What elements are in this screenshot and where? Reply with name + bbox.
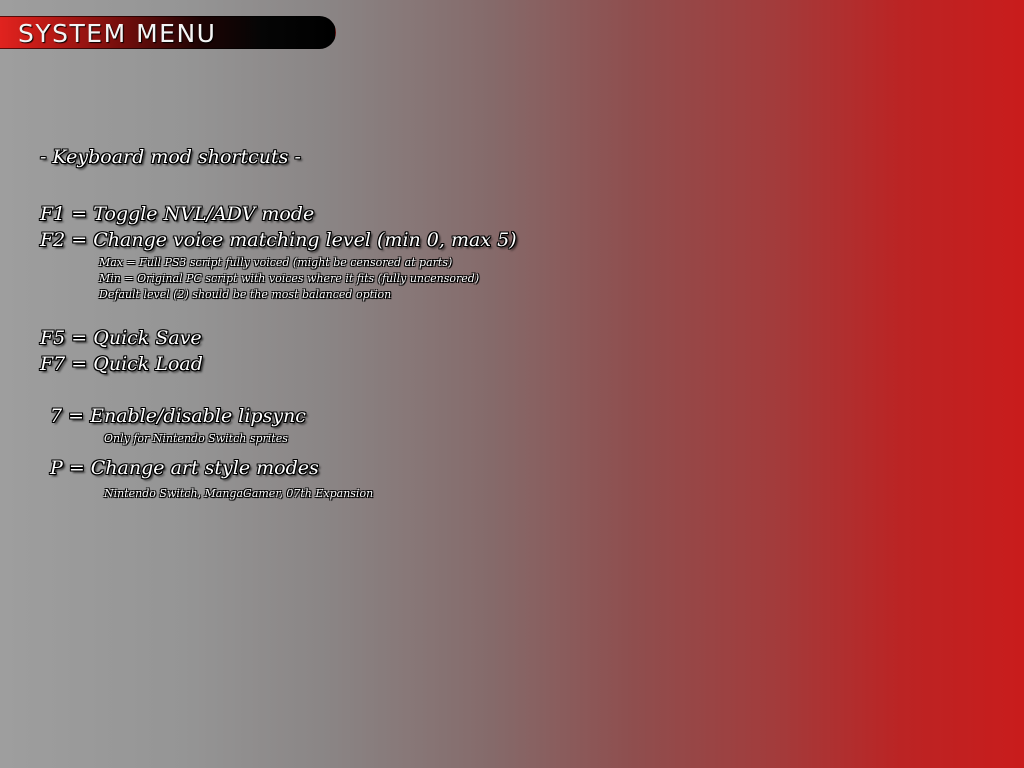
section-title: - Keyboard mod shortcuts - bbox=[40, 146, 301, 168]
shortcut-p-note: Nintendo Switch, MangaGamer, 07th Expans… bbox=[104, 487, 374, 500]
shortcut-p: P = Change art style modes bbox=[50, 457, 319, 479]
shortcut-7-note: Only for Nintendo Switch sprites bbox=[104, 432, 288, 445]
shortcut-7: 7 = Enable/disable lipsync bbox=[50, 405, 306, 427]
system-menu-title-bar: SYSTEM MENU bbox=[0, 16, 336, 49]
shortcut-f1: F1 = Toggle NVL/ADV mode bbox=[40, 203, 315, 225]
shortcut-f2-note-min: Min = Original PC script with voices whe… bbox=[99, 272, 480, 285]
shortcut-f2-note-max: Max = Full PS3 script fully voiced (migh… bbox=[99, 256, 453, 269]
shortcut-f5: F5 = Quick Save bbox=[40, 327, 202, 349]
shortcut-f2: F2 = Change voice matching level (min 0,… bbox=[40, 229, 517, 251]
page-title: SYSTEM MENU bbox=[18, 19, 217, 48]
shortcut-f7: F7 = Quick Load bbox=[40, 353, 203, 375]
shortcut-f2-note-default: Default level (2) should be the most bal… bbox=[99, 288, 392, 301]
